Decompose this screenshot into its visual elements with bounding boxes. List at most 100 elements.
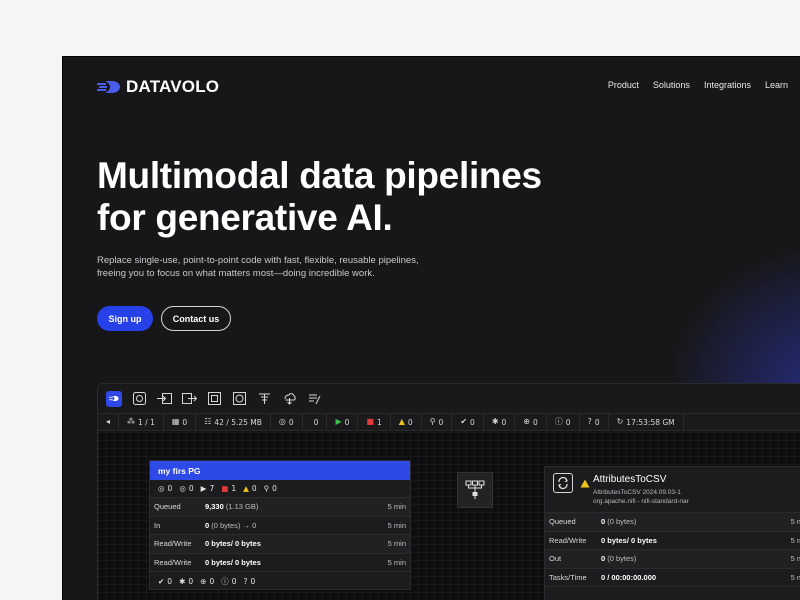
label-icon[interactable] [306, 391, 322, 407]
running-icon: ▶ [200, 484, 207, 493]
status-running: ▶ 0 [327, 414, 359, 430]
hero-title-line2: for generative AI. [97, 197, 393, 238]
stale-icon: ⊕ [523, 417, 530, 426]
warning-icon: ▲ [398, 417, 405, 426]
running-icon: ▶ [335, 417, 342, 426]
status-stale: ⊕ 0 [515, 414, 547, 430]
hero-subtitle-line1: Replace single-use, point-to-point code … [97, 255, 419, 266]
funnel-icon [465, 480, 485, 499]
funnel-icon[interactable] [256, 391, 272, 407]
pg-stopped: ■ 1 [221, 484, 237, 493]
nav-integrations[interactable]: Integrations [704, 80, 751, 90]
status-stopped: ■ 1 [358, 414, 391, 430]
warning-icon: ▲ [243, 484, 249, 493]
app-logo-icon[interactable] [106, 390, 122, 407]
hero-title: Multimodal data pipelines for generative… [97, 155, 697, 239]
template-icon[interactable] [281, 391, 297, 407]
nav-learn[interactable]: Learn [765, 80, 788, 90]
question-icon: ? [243, 576, 248, 586]
pg-up-to-date: ✔ 0 [158, 576, 173, 586]
input-port-icon[interactable] [156, 391, 172, 407]
status-cluster: ⁂ 1 / 1 [119, 414, 164, 430]
chevron-left-icon: ◂ [106, 417, 111, 426]
status-bar: ◂ ⁂ 1 / 1 ▦ 0 ☷ 42 / 5.25 MB ◎ 0 0 ▶ 0 ■ 1 ▲ 0 … [98, 414, 800, 431]
website: DATAVOLO Product Solutions Integrations … [62, 56, 800, 600]
pg-row-queued: Queued 9,330 (1.13 GB) 5 min [150, 498, 410, 517]
datavolo-logo[interactable]: DATAVOLO [97, 77, 219, 97]
check-icon: ✔ [460, 417, 468, 426]
brand-name: DATAVOLO [126, 77, 220, 96]
hero-subtitle: Replace single-use, point-to-point code … [97, 255, 477, 280]
nav-product[interactable]: Product [608, 80, 639, 90]
not-transmitting-icon: ◎ [179, 484, 186, 493]
status-not-transmitting: 0 [303, 414, 328, 430]
pg-unknown: ? 0 [243, 576, 256, 586]
processor-stats: Queued0 (0 bytes)5 min Read/Write0 bytes… [545, 513, 800, 587]
disabled-icon: ⚲ [429, 417, 436, 426]
pg-modified: ✱ 0 [179, 576, 194, 586]
process-group-card[interactable]: my firs PG ◎ 0 ◎ 0 ▶ 7 ■ 1 ▲ 0 ⚲ 0 Queued 9,330… [149, 460, 411, 590]
hero-subtitle-line2: freeing you to focus on what matters mos… [97, 267, 375, 279]
flow-canvas[interactable]: my firs PG ◎ 0 ◎ 0 ▶ 7 ■ 1 ▲ 0 ⚲ 0 Queued 9,330… [98, 432, 800, 600]
status-locally-modified: ✱ 0 [484, 414, 516, 430]
stopped-icon: ■ [366, 417, 374, 426]
question-icon: ? [587, 417, 592, 426]
process-group-counts: ◎ 0 ◎ 0 ▶ 7 ■ 1 ▲ 0 ⚲ 0 [150, 480, 410, 498]
proc-row-tasks-time: Tasks/Time0 / 00:00:00.0005 min [545, 569, 800, 587]
proc-row-read-write: Read/Write0 bytes/ 0 bytes5 min [545, 532, 800, 550]
pg-stale: ⊕ 0 [200, 576, 215, 586]
status-transmitting: ◎ 0 [271, 414, 303, 430]
asterisk-icon: ✱ [179, 576, 186, 586]
queue-icon: ☷ [204, 417, 212, 426]
remote-process-group-icon[interactable] [231, 391, 247, 407]
status-collapse[interactable]: ◂ [98, 414, 120, 430]
status-modified-stale: ⓘ 0 [547, 414, 580, 430]
pg-not-transmitting: ◎ 0 [179, 484, 194, 493]
info-icon: ⓘ [554, 417, 563, 426]
status-disabled: ⚲ 0 [422, 414, 453, 430]
process-group-icon[interactable] [206, 391, 222, 407]
disabled-icon: ⚲ [263, 484, 270, 493]
threads-icon: ▦ [171, 417, 180, 426]
processor-header: AttributesToCSV AttributesToCSV 2024.09.… [545, 467, 800, 513]
status-refreshed[interactable]: ↻ 17:53:58 GM [609, 414, 684, 430]
processor-icon[interactable] [131, 391, 147, 407]
status-threads: ▦ 0 [164, 414, 197, 430]
processor-card[interactable]: AttributesToCSV AttributesToCSV 2024.09.… [544, 466, 800, 600]
sign-up-button[interactable]: Sign up [97, 306, 153, 331]
process-group-name[interactable]: my firs PG [150, 461, 410, 480]
proc-row-out: Out0 (0 bytes)5 min [545, 550, 800, 569]
funnel-component[interactable] [457, 472, 493, 508]
processor-icon [553, 473, 573, 493]
status-queued: ☷ 42 / 5.25 MB [196, 414, 271, 430]
datavolo-logo-icon [97, 81, 120, 93]
process-group-stats: Queued 9,330 (1.13 GB) 5 min In 0 (0 bytes)… [150, 498, 410, 572]
check-icon: ✔ [158, 576, 165, 586]
cluster-icon: ⁂ [127, 417, 136, 426]
contact-us-button[interactable]: Contact us [161, 306, 231, 331]
pg-transmitting: ◎ 0 [158, 484, 173, 493]
status-invalid: ▲ 0 [391, 414, 422, 430]
pg-row-in: In 0 (0 bytes) → 05 min [150, 517, 410, 535]
pg-errors: ⓘ 0 [221, 576, 237, 586]
process-group-footer: ✔ 0 ✱ 0 ⊕ 0 ⓘ 0 ? 0 [150, 572, 410, 590]
pg-disabled: ⚲ 0 [263, 484, 277, 493]
processor-type: AttributesToCSV 2024.09.03-1 [593, 489, 681, 496]
asterisk-icon: ✱ [491, 417, 499, 426]
processor-name: AttributesToCSV [593, 474, 667, 485]
pg-row-read-write: Read/Write 0 bytes/ 0 bytes 5 min [150, 535, 410, 554]
pg-row-read-write-2: Read/Write 0 bytes/ 0 bytes 5 min [150, 554, 410, 572]
warning-icon [580, 475, 590, 493]
processor-bundle: org.apache.nifi - nifi-standard-nar [593, 498, 689, 505]
transmitting-icon: ◎ [278, 417, 286, 426]
stale-icon: ⊕ [200, 576, 207, 586]
pg-invalid: ▲ 0 [243, 484, 257, 493]
nav-solutions[interactable]: Solutions [653, 80, 690, 90]
refresh-icon: ↻ [616, 417, 624, 426]
app-toolbar [98, 384, 800, 414]
pg-running: ▶ 7 [200, 484, 215, 493]
pipeline-app-preview: ◂ ⁂ 1 / 1 ▦ 0 ☷ 42 / 5.25 MB ◎ 0 0 ▶ 0 ■ 1 ▲ 0 … [97, 383, 800, 600]
transmitting-icon: ◎ [158, 484, 165, 493]
output-port-icon[interactable] [181, 391, 197, 407]
stopped-icon: ■ [221, 484, 229, 493]
